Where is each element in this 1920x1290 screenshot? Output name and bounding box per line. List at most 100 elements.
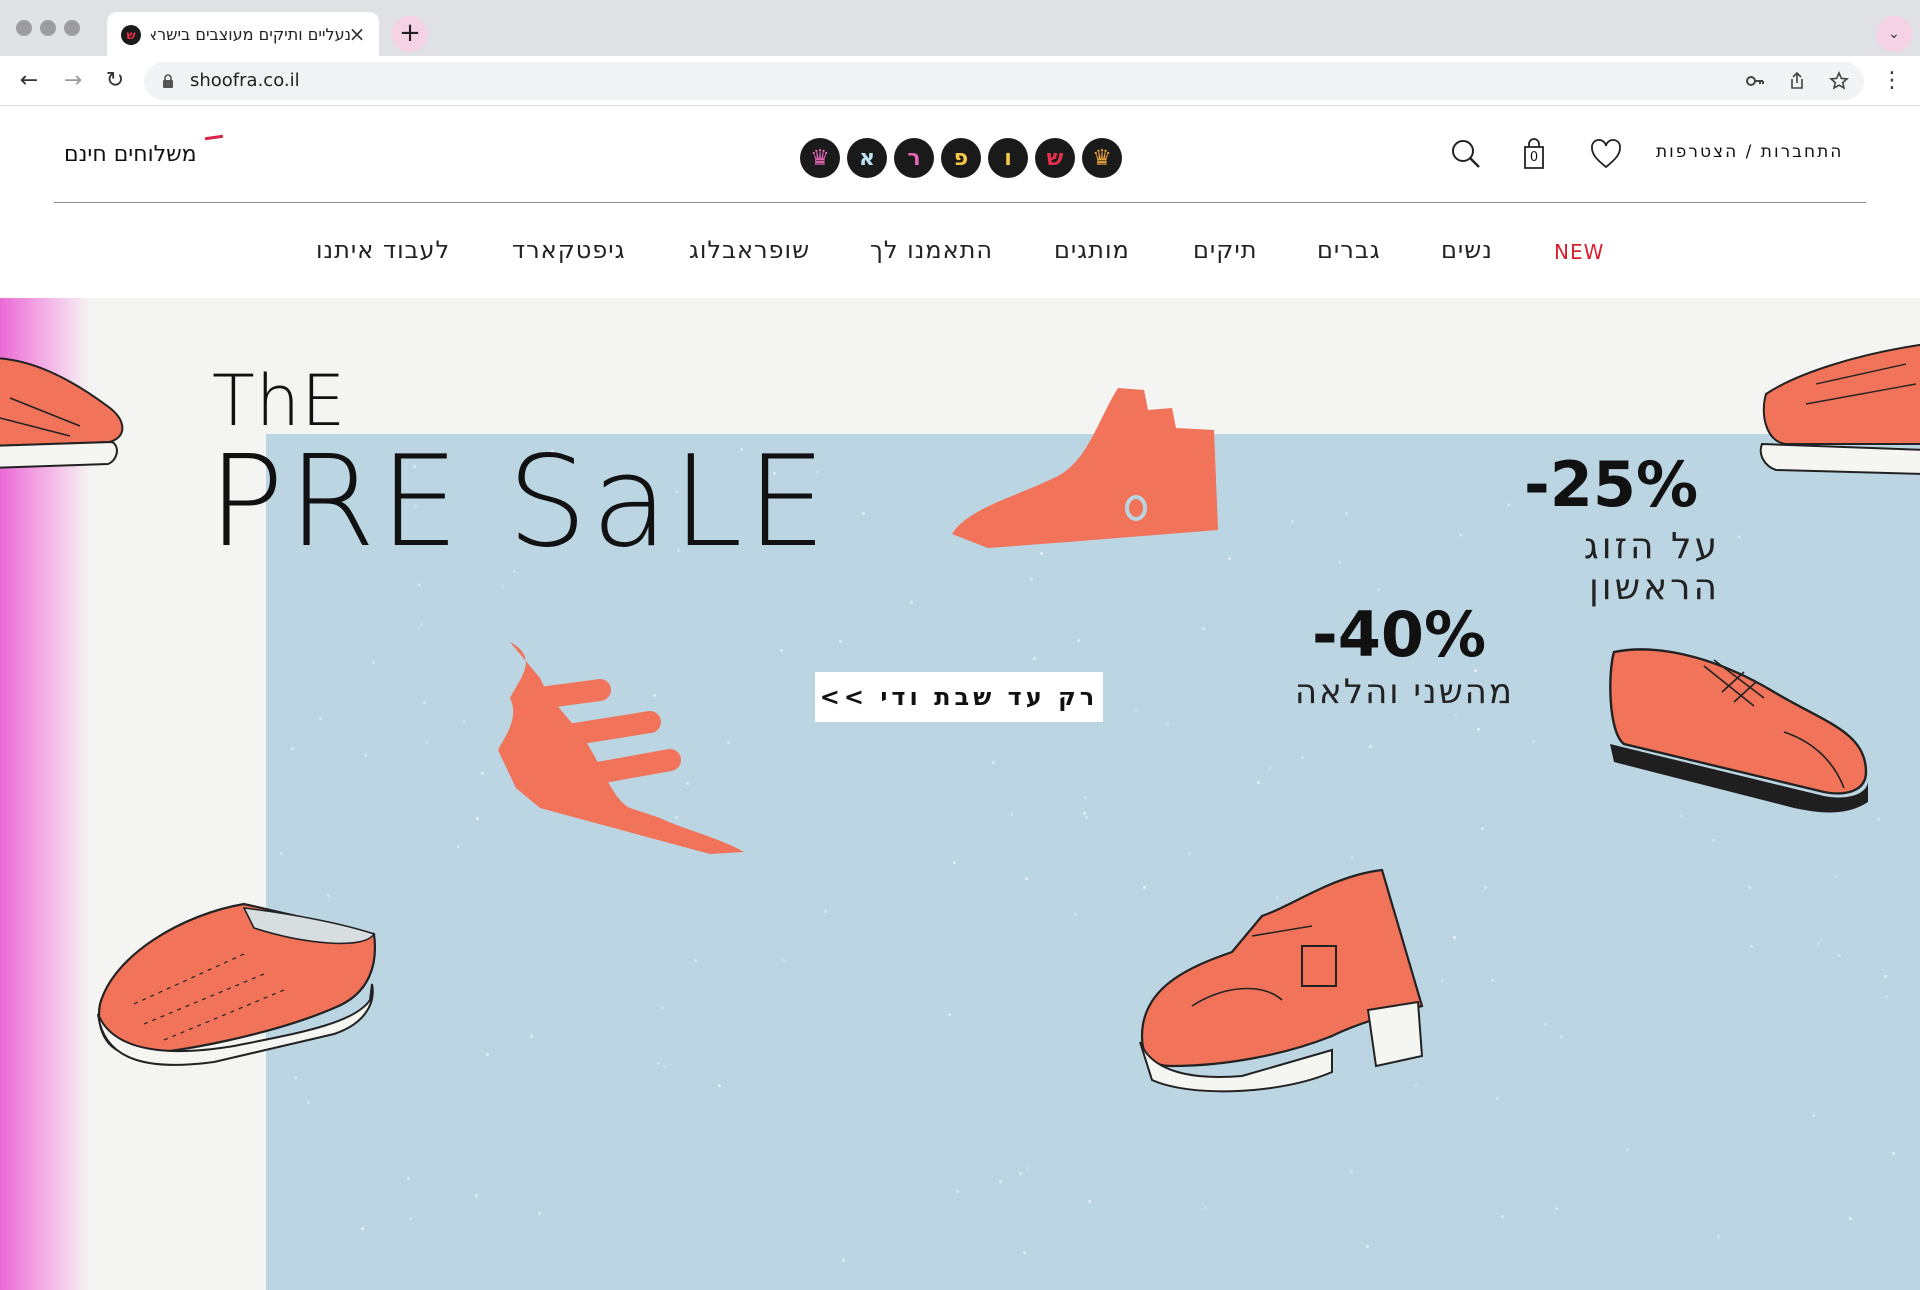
texture-speck: [1025, 1166, 1029, 1170]
texture-speck: [409, 1216, 412, 1220]
tbar-loafer-illustration-icon: [1139, 868, 1424, 1093]
browser-tab-active[interactable]: ש נעליים ותיקים מעוצבים בישראל | שופרא ·…: [107, 12, 379, 56]
tab-title: נעליים ותיקים מעוצבים בישראל | שופרא · ה…: [151, 25, 351, 44]
new-tab-button[interactable]: +: [392, 16, 428, 52]
key-icon[interactable]: [1744, 70, 1766, 92]
nav-item-giftcard[interactable]: גיפטקארד: [512, 236, 626, 264]
texture-speck: [474, 1194, 478, 1198]
texture-speck: [538, 1211, 542, 1215]
logo-letter-pe: פ: [941, 138, 981, 178]
texture-speck: [1876, 817, 1880, 821]
texture-speck: [456, 844, 460, 848]
texture-speck: [319, 716, 323, 720]
deal-first-percent: -25%: [1524, 448, 1699, 521]
texture-speck: [1837, 953, 1841, 957]
logo-letter-vav: ו: [988, 138, 1028, 178]
window-minimize-button[interactable]: [40, 20, 56, 36]
texture-speck: [1884, 994, 1888, 998]
texture-speck: [1483, 885, 1487, 889]
tab-close-icon[interactable]: ×: [345, 22, 369, 46]
free-shipping-label: משלוחים חינם: [64, 142, 197, 167]
url-text: shoofra.co.il: [190, 70, 300, 91]
texture-speck: [1531, 739, 1535, 743]
share-icon[interactable]: [1786, 70, 1808, 92]
texture-speck: [823, 909, 827, 913]
login-register-link[interactable]: התחברות / הצטרפות: [1656, 142, 1843, 162]
hero-banner[interactable]: ThE PRE SaLE -25% על הזוג הראשון -40% מה…: [0, 298, 1920, 1290]
lock-icon: [163, 74, 173, 88]
nav-item-men[interactable]: גברים: [1317, 236, 1381, 264]
deal-second-text: מהשני והלאה: [1294, 672, 1514, 712]
texture-speck: [1454, 713, 1458, 717]
texture-speck: [1368, 744, 1372, 748]
sneaker-illustration-icon: [0, 357, 124, 469]
texture-speck: [1022, 1250, 1026, 1254]
bookmark-star-icon[interactable]: [1828, 70, 1850, 92]
deal-first-text: על הזוג הראשון: [1583, 526, 1720, 608]
logo-crown-right: ♛: [1082, 138, 1122, 178]
texture-speck: [486, 1052, 490, 1056]
wishlist-heart-icon[interactable]: [1588, 136, 1624, 172]
nav-item-blog[interactable]: שופראבלוג: [689, 236, 810, 264]
texture-speck: [781, 958, 785, 962]
browser-toolbar: ← → ↻ shoofra.co.il ⋮: [0, 56, 1920, 106]
nav-item-new[interactable]: NEW: [1554, 240, 1604, 264]
texture-speck: [1349, 1169, 1353, 1173]
window-zoom-button[interactable]: [64, 20, 80, 36]
texture-speck: [1716, 1234, 1720, 1238]
shoofra-favicon-icon: ש: [121, 25, 141, 45]
deal-second-percent: -40%: [1312, 598, 1487, 671]
texture-speck: [1085, 815, 1089, 819]
nav-item-bags[interactable]: תיקים: [1193, 236, 1257, 264]
texture-speck: [1029, 577, 1033, 581]
search-icon[interactable]: [1448, 136, 1484, 172]
logo-letter-alef: א: [847, 138, 887, 178]
ankle-boot-illustration-icon: [952, 388, 1218, 548]
logo-letter-shin: ש: [1035, 138, 1075, 178]
texture-speck: [307, 1100, 311, 1104]
texture-speck: [1891, 1152, 1895, 1156]
texture-speck: [693, 958, 697, 962]
site-header: משלוחים חינם ♛ ש ו פ ר א ♛ 0 התחברות / ה…: [0, 106, 1920, 298]
texture-speck: [424, 740, 428, 744]
main-navigation: NEW נשים גברים תיקים מותגים התאמנו לך שו…: [0, 236, 1920, 276]
oxford-shoe-illustration-icon: [1609, 648, 1868, 813]
nav-item-brands[interactable]: מותגים: [1054, 236, 1130, 264]
nav-item-careers[interactable]: לעבוד איתנו: [316, 236, 450, 264]
logo-letter-resh: ר: [894, 138, 934, 178]
strappy-heel-illustration-icon: [498, 642, 744, 854]
nav-item-women[interactable]: נשים: [1441, 236, 1493, 264]
clog-illustration-icon: [1759, 343, 1920, 475]
back-button[interactable]: ←: [14, 66, 44, 96]
texture-speck: [1376, 587, 1380, 591]
logo-crown-left: ♛: [800, 138, 840, 178]
site-logo[interactable]: ♛ ש ו פ ר א ♛: [800, 138, 1122, 178]
window-close-button[interactable]: [16, 20, 32, 36]
texture-speck: [955, 1190, 959, 1194]
address-bar[interactable]: shoofra.co.il: [144, 62, 1864, 100]
hero-title-main: PRE SaLE: [208, 428, 831, 575]
texture-speck: [1290, 519, 1294, 523]
cart-count: 0: [1529, 150, 1539, 165]
texture-speck: [1337, 560, 1341, 564]
reload-button[interactable]: ↻: [100, 66, 130, 96]
texture-speck: [1039, 551, 1043, 555]
texture-speck: [1883, 975, 1887, 979]
free-shipping-accent: [204, 134, 224, 141]
texture-speck: [1543, 1023, 1547, 1027]
mule-illustration-icon: [97, 902, 376, 1066]
tab-search-button[interactable]: ⌄: [1876, 16, 1912, 52]
presale-cta-button[interactable]: רק עד שבת ודי >>: [815, 672, 1103, 722]
texture-speck: [419, 622, 423, 626]
nav-item-fitted-for-you[interactable]: התאמנו לך: [870, 236, 993, 264]
texture-speck: [1010, 812, 1014, 816]
header-divider: [54, 202, 1866, 203]
forward-button[interactable]: →: [58, 66, 88, 96]
texture-speck: [910, 600, 914, 604]
browser-menu-button[interactable]: ⋮: [1880, 66, 1904, 96]
cart-button[interactable]: 0: [1516, 136, 1552, 172]
texture-speck: [1350, 855, 1354, 859]
texture-speck: [1033, 656, 1037, 660]
texture-speck: [1625, 1147, 1629, 1151]
browser-tab-bar: ש נעליים ותיקים מעוצבים בישראל | שופרא ·…: [0, 0, 1920, 56]
